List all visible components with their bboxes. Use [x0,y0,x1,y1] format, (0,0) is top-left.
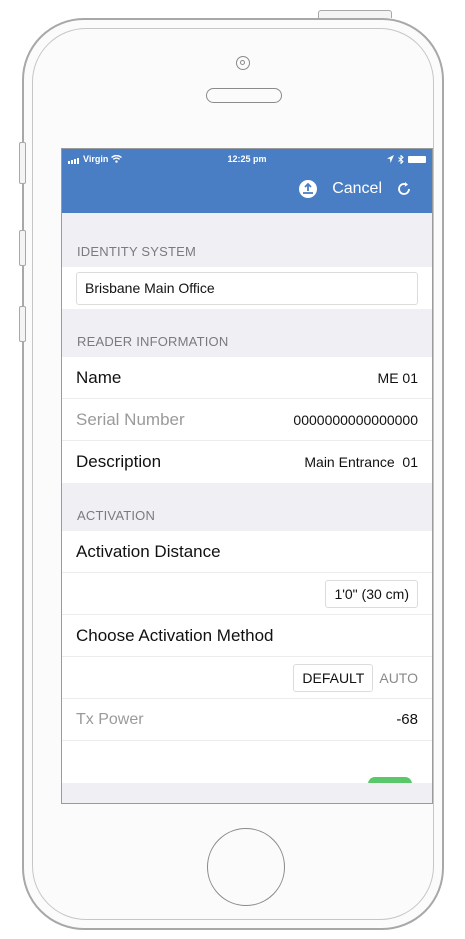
activation-method-row: Choose Activation Method [62,615,432,657]
tx-power-value: -68 [396,711,418,728]
identity-system-field[interactable]: Brisbane Main Office [76,271,418,305]
method-auto-option[interactable]: AUTO [379,670,418,686]
upload-icon[interactable] [298,179,318,199]
activation-distance-value-row: 1'0" (30 cm) [62,573,432,615]
location-icon [387,155,394,163]
power-button [318,10,392,18]
section-header-activation: ACTIVATION [77,508,156,523]
mute-switch [19,142,26,184]
description-label: Description [76,452,162,471]
serial-number-label: Serial Number [76,409,185,429]
volume-down-button [19,306,26,342]
activation-distance-field[interactable]: 1'0" (30 cm) [325,579,418,608]
tx-power-label: Tx Power [76,710,144,728]
tx-power-row: Tx Power -68 [62,699,432,741]
status-bar: Virgin 12:25 pm [62,149,432,169]
front-camera-icon [236,56,250,70]
cancel-button[interactable]: Cancel [332,180,382,198]
description-row[interactable]: Description Main Entrance 01 [62,441,432,483]
reader-name-row[interactable]: Name ME 01 [62,357,432,399]
reader-name-label: Name [76,367,122,387]
activation-distance-row: Activation Distance [62,531,432,573]
signal-icon [68,154,80,164]
description-value: Main Entrance 01 [304,454,418,470]
nav-bar: Virgin 12:25 pm Cancel [62,149,432,213]
toggle-switch[interactable] [368,777,412,783]
identity-system-group: Brisbane Main Office [62,267,432,309]
volume-up-button [19,230,26,266]
activation-group: Activation Distance 1'0" (30 cm) Choose … [62,531,432,783]
serial-number-value: 0000000000000000 [293,411,418,428]
activation-method-segmented-control: DEFAULT AUTO [293,663,418,692]
activation-distance-label: Activation Distance [76,541,221,561]
earpiece-speaker [206,88,282,103]
activation-method-selector-row: DEFAULT AUTO [62,657,432,699]
stage: Virgin 12:25 pm Cancel IDENTITY SYSTEM B… [0,0,465,939]
carrier-name: Virgin [83,154,109,164]
activation-method-label: Choose Activation Method [76,625,274,645]
reader-name-value: ME 01 [377,369,418,386]
section-header-identity-system: IDENTITY SYSTEM [77,244,197,259]
method-default-option[interactable]: DEFAULT [293,663,374,692]
toggle-row [62,741,432,783]
app-screen: Virgin 12:25 pm Cancel IDENTITY SYSTEM B… [61,148,433,804]
wifi-icon [111,155,123,163]
reader-information-group: Name ME 01 Serial Number 000000000000000… [62,357,432,483]
home-button[interactable] [207,828,285,906]
section-header-reader-information: READER INFORMATION [77,334,229,349]
serial-number-row: Serial Number 0000000000000000 [62,399,432,441]
battery-icon [408,155,426,163]
refresh-icon[interactable] [396,181,412,197]
bluetooth-icon [398,154,404,164]
